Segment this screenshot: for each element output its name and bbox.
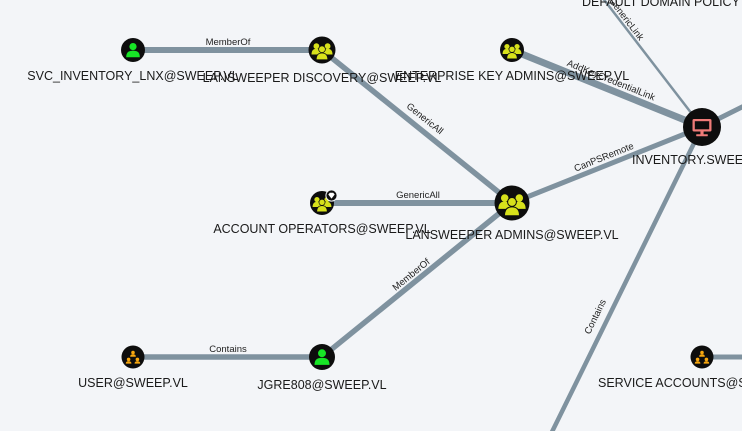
edge-user-contains[interactable]: Contains	[130, 344, 325, 360]
edge-label-genericall: GenericAll	[396, 190, 440, 201]
node-label: ACCOUNT OPERATORS@SWEEP.VL	[213, 222, 430, 236]
edge-accops-genericall[interactable]: GenericAll	[319, 190, 515, 206]
graph-canvas[interactable]: MemberOf GenericAll AddKeyCredentialLink…	[0, 0, 742, 431]
node-label: JGRE808@SWEEP.VL	[257, 378, 386, 392]
node-user-ou[interactable]: USER@SWEEP.VL	[78, 345, 188, 391]
edge-label-contains: Contains	[209, 344, 247, 355]
tier-zero-badge	[325, 189, 338, 202]
node-label: LANSWEEPER ADMINS@SWEEP.VL	[405, 228, 618, 242]
node-enterprise-key-admins[interactable]: ENTERPRISE KEY ADMINS@SWEEP.VL	[395, 38, 630, 83]
node-label: ENTERPRISE KEY ADMINS@SWEEP.VL	[395, 69, 630, 83]
node-service-accounts[interactable]: SERVICE ACCOUNTS@SWEEP.VL	[598, 345, 742, 391]
node-jgre808[interactable]: JGRE808@SWEEP.VL	[257, 344, 387, 392]
edge-label-contains: Contains	[583, 297, 610, 336]
edge-svc-memberof[interactable]: MemberOf	[130, 37, 325, 53]
node-default-domain-policy[interactable]: DEFAULT DOMAIN POLICY	[582, 0, 741, 9]
edge-label-memberof: MemberOf	[206, 37, 251, 48]
node-label: USER@SWEEP.VL	[78, 376, 188, 390]
node-label: INVENTORY.SWEEP.VL	[632, 153, 742, 167]
node-label: DEFAULT DOMAIN POLICY	[582, 0, 741, 9]
node-label: SERVICE ACCOUNTS@SWEEP.VL	[598, 376, 742, 390]
